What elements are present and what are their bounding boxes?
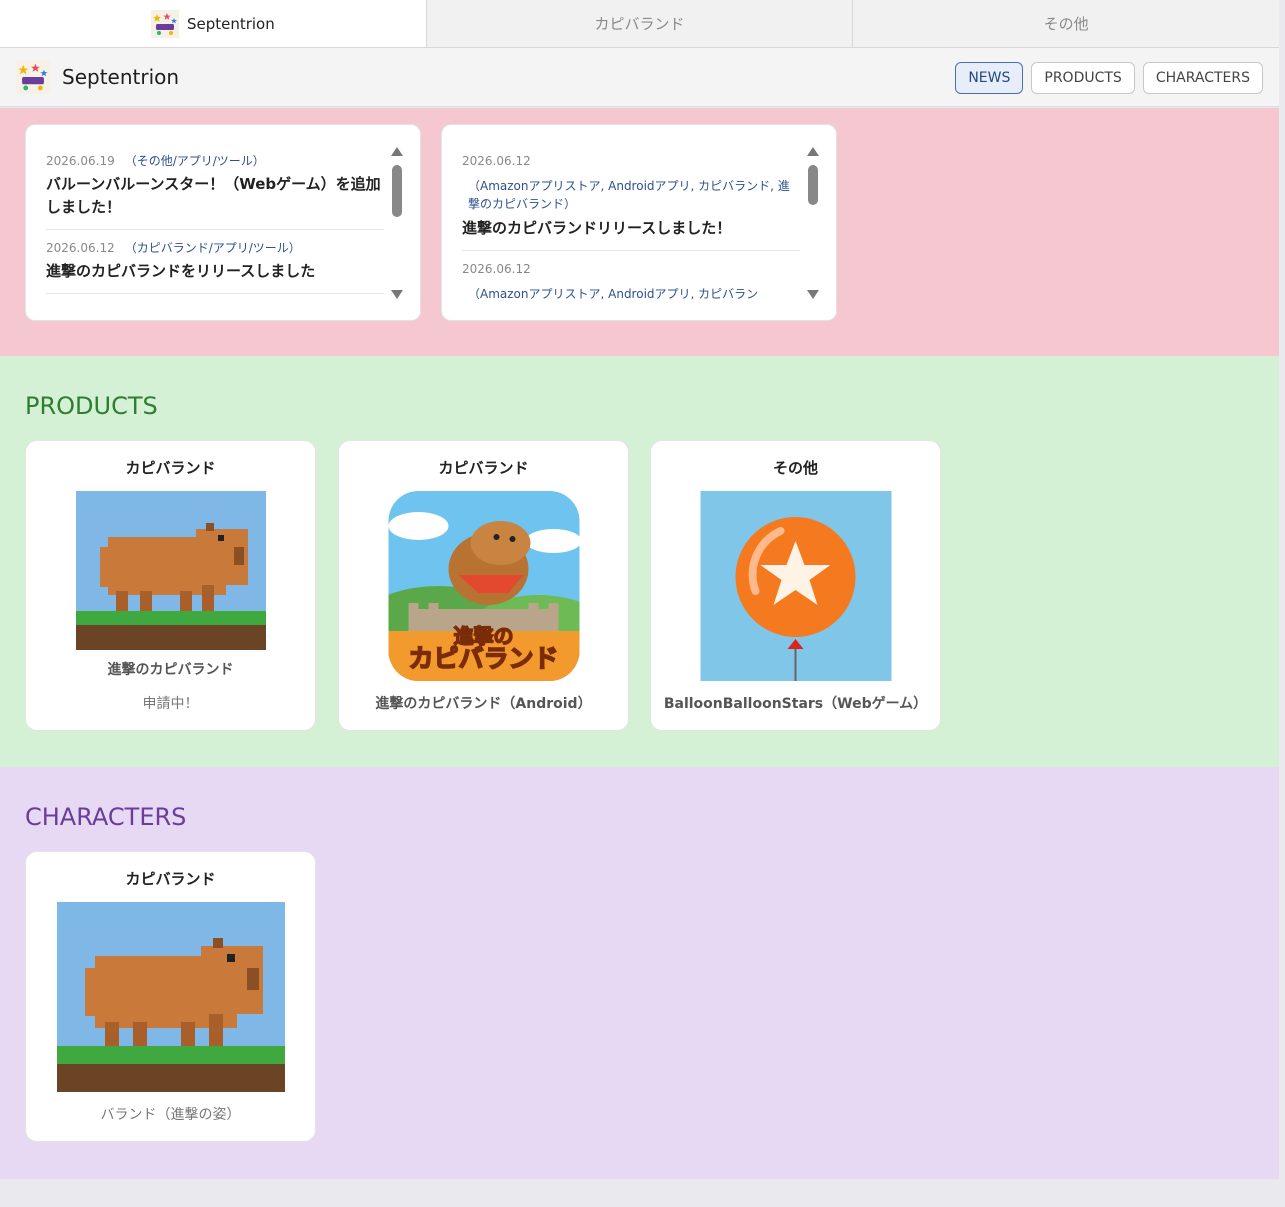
news-title[interactable]: バルーンバルーンスター！（Webゲーム）を追加しました！ — [46, 173, 384, 219]
scroll-thumb[interactable] — [392, 165, 402, 217]
tab-capybaland[interactable]: カピバランド — [427, 0, 854, 47]
scroll-down-arrow-icon[interactable] — [391, 290, 403, 299]
news-category-link[interactable]: （カピバランド/アプリ/ツール） — [125, 241, 301, 255]
news-title[interactable]: 進撃のカピバランドをリリースしました — [46, 260, 384, 283]
character-card[interactable]: カピバランド バランド（進撃の姿） — [25, 851, 316, 1142]
scroll-up-arrow-icon[interactable] — [391, 147, 403, 156]
news-date: 2026.06.12 — [46, 241, 115, 255]
characters-heading: CHARACTERS — [25, 803, 187, 831]
news-item[interactable]: 2026.06.12 （Amazonアプリストア, Androidアプリ, カピバ… — [462, 261, 800, 299]
product-status: 申請中！ — [142, 696, 199, 712]
pixel-capybara-image[interactable] — [75, 491, 266, 650]
products-heading: PRODUCTS — [25, 392, 158, 420]
news-category-link[interactable]: （その他/アプリ/ツール） — [125, 154, 265, 168]
scroll-thumb[interactable] — [808, 165, 818, 205]
nav-news-button[interactable]: NEWS — [955, 62, 1024, 94]
news-date: 2026.06.12 — [462, 262, 531, 276]
scroll-up-arrow-icon[interactable] — [807, 147, 819, 156]
balloon-star-image[interactable] — [700, 491, 891, 681]
news-category-link[interactable]: （Amazonアプリストア, Androidアプリ, カピバランド, 進撃のカピ… — [468, 177, 800, 213]
characters-section: CHARACTERS カピバランド バランド（進撃の姿） — [0, 767, 1279, 1179]
tab-others[interactable]: その他 — [853, 0, 1279, 47]
news-list[interactable]: 2026.06.12 （Amazonアプリストア, Androidアプリ, カピバ… — [462, 153, 800, 299]
tab-bar: Septentrion カピバランド その他 — [0, 0, 1279, 48]
tab-label: カピバランド — [594, 15, 685, 33]
product-category: カピバランド — [438, 459, 529, 477]
nav-products-button[interactable]: PRODUCTS — [1031, 62, 1135, 94]
capybaland-app-icon[interactable]: 進撃の カピバランド — [388, 491, 579, 681]
tab-label: Septentrion — [186, 14, 275, 33]
tab-septentrion[interactable]: Septentrion — [0, 0, 427, 47]
news-card: 2026.06.19 （その他/アプリ/ツール） バルーンバルーンスター！（Web… — [25, 124, 421, 321]
main-nav: NEWS PRODUCTS CHARACTERS — [955, 62, 1263, 94]
septentrion-logo-icon — [150, 9, 179, 38]
pixel-capybara-image[interactable] — [56, 902, 285, 1092]
product-name[interactable]: 進撃のカピバランド — [26, 659, 315, 679]
news-scrollbar[interactable] — [806, 147, 820, 299]
nav-characters-button[interactable]: CHARACTERS — [1142, 62, 1263, 94]
news-section: 2026.06.19 （その他/アプリ/ツール） バルーンバルーンスター！（Web… — [0, 108, 1279, 356]
news-title[interactable]: 進撃のカピバランドリリースしました！ — [462, 217, 800, 240]
character-category: カピバランド — [125, 870, 216, 888]
product-card[interactable]: カピバランド 進撃の カピバランド 進撃のカピバランド（Android） — [338, 440, 629, 731]
site-header: Septentrion NEWS PRODUCTS CHARACTERS — [0, 48, 1279, 107]
news-category-link[interactable]: （Amazonアプリストア, Androidアプリ, カピバラン — [468, 285, 800, 299]
product-card[interactable]: その他 BalloonBalloonStars（Webゲーム） — [650, 440, 941, 731]
product-category: カピバランド — [125, 459, 216, 477]
character-name[interactable]: バランド（進撃の姿） — [26, 1104, 315, 1124]
news-date: 2026.06.19 — [46, 154, 115, 168]
news-item[interactable]: 2026.06.12 （Amazonアプリストア, Androidアプリ, カピバ… — [462, 153, 800, 251]
brand-name[interactable]: Septentrion — [62, 65, 179, 89]
news-item[interactable]: 2026.06.19 （その他/アプリ/ツール） バルーンバルーンスター！（Web… — [46, 153, 384, 230]
news-item[interactable]: 2026.06.12 （カピバランド/アプリ/ツール） 進撃のカピバランドをリリー… — [46, 240, 384, 294]
product-name[interactable]: 進撃のカピバランド（Android） — [339, 693, 628, 713]
products-section: PRODUCTS カピバランド 進撃のカピバランド 申請中！ カピバランド 進撃… — [0, 356, 1279, 767]
product-card[interactable]: カピバランド 進撃のカピバランド 申請中！ — [25, 440, 316, 731]
tab-label: その他 — [1043, 15, 1089, 33]
scroll-down-arrow-icon[interactable] — [807, 290, 819, 299]
news-date: 2026.06.12 — [462, 154, 531, 168]
septentrion-logo-icon[interactable] — [16, 60, 50, 94]
product-category: その他 — [772, 459, 818, 477]
news-card: 2026.06.12 （Amazonアプリストア, Androidアプリ, カピバ… — [441, 124, 837, 321]
app-logo-text: カピバランド — [408, 644, 558, 673]
news-list[interactable]: 2026.06.19 （その他/アプリ/ツール） バルーンバルーンスター！（Web… — [46, 153, 384, 299]
news-scrollbar[interactable] — [390, 147, 404, 299]
product-name[interactable]: BalloonBalloonStars（Webゲーム） — [651, 693, 940, 713]
